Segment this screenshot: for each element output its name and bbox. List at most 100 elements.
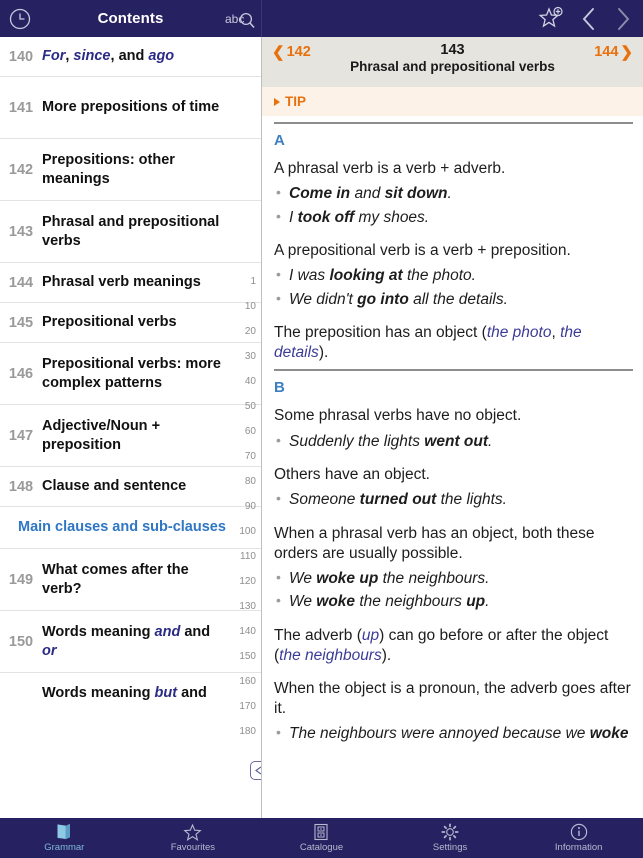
text-run: Some phrasal verbs have no object.: [274, 407, 522, 425]
article-header: ❮ 142 143 Phrasal and prepositional verb…: [262, 37, 643, 87]
resize-handle-icon[interactable]: [250, 761, 261, 780]
index-mark[interactable]: 70: [227, 444, 261, 469]
contents-row[interactable]: 142 Prepositions: other meanings: [0, 139, 261, 201]
index-mark[interactable]: 160: [227, 669, 261, 694]
contents-row-label: Clause and sentence: [42, 478, 187, 495]
text-run: The neighbours were annoyed because we: [289, 725, 590, 743]
contents-row-label: Prepositional verbs: more complex patter…: [42, 355, 221, 391]
paragraph: The adverb (up) can go before or after t…: [274, 626, 633, 666]
tab-favourites[interactable]: Favourites: [129, 818, 258, 858]
contents-row-number: 149: [8, 571, 34, 588]
tab-catalogue[interactable]: Catalogue: [257, 818, 386, 858]
chevron-right-icon[interactable]: [613, 6, 633, 32]
example-item: We didn't go into all the details.: [274, 289, 633, 310]
tab-settings[interactable]: Settings: [386, 818, 515, 858]
tip-toggle[interactable]: TIP: [262, 87, 643, 116]
triangle-right-icon: [274, 97, 280, 106]
app-root: Contents abc 140 For, since, and ago 141…: [0, 0, 643, 858]
example-list: We woke up the neighbours.We woke the ne…: [274, 568, 633, 613]
tab-label: Favourites: [170, 842, 216, 853]
star-plus-icon[interactable]: [537, 5, 565, 33]
index-mark[interactable]: 1: [227, 269, 261, 294]
contents-row[interactable]: 146 Prepositional verbs: more complex pat…: [0, 343, 261, 405]
text-run: the neighbours.: [378, 569, 490, 587]
index-mark[interactable]: 140: [227, 619, 261, 644]
prev-page-button[interactable]: ❮ 142: [272, 42, 311, 60]
index-mark[interactable]: 50: [227, 394, 261, 419]
contents-row-number: 146: [8, 365, 34, 382]
contents-row[interactable]: 144 Phrasal verb meanings: [0, 263, 261, 303]
contents-row[interactable]: 150 Words meaning and and or: [0, 611, 261, 673]
article-title: Phrasal and prepositional verbs: [350, 59, 555, 74]
contents-row-number: 150: [8, 633, 34, 650]
text-run: A prepositional verb is a verb + preposi…: [274, 242, 571, 260]
article-pane: ❮ 142 143 Phrasal and prepositional verb…: [262, 37, 643, 818]
contents-section-header[interactable]: Main clauses and sub-clauses: [0, 507, 261, 549]
tab-information[interactable]: Information: [514, 818, 643, 858]
text-run: The preposition has an object (: [274, 324, 487, 342]
text-run: Others have an object.: [274, 465, 430, 483]
tip-label: TIP: [285, 94, 307, 109]
abc-search-icon[interactable]: abc: [225, 8, 255, 30]
contents-row[interactable]: 145 Prepositional verbs: [0, 303, 261, 343]
contents-row-label: Words meaning but and: [42, 684, 207, 701]
contents-row-label: Prepositional verbs: [42, 314, 177, 331]
index-mark[interactable]: 130: [227, 594, 261, 619]
index-mark[interactable]: 150: [227, 644, 261, 669]
contents-row[interactable]: 147 Adjective/Noun + preposition: [0, 405, 261, 467]
contents-row[interactable]: 148 Clause and sentence: [0, 467, 261, 507]
section-letter: A: [274, 132, 285, 149]
paragraph: When the object is a pronoun, the adverb…: [274, 679, 633, 719]
text-run: I was: [289, 267, 330, 285]
contents-row-number: 141: [8, 99, 34, 116]
text-run[interactable]: the neighbours: [279, 647, 382, 664]
contents-row[interactable]: 140 For, since, and ago: [0, 37, 261, 77]
chevron-left-icon[interactable]: [579, 6, 599, 32]
prev-page-label: 142: [286, 44, 311, 60]
index-mark[interactable]: 30: [227, 344, 261, 369]
contents-sidebar[interactable]: 140 For, since, and ago 141 More prepositio…: [0, 37, 262, 818]
text-run: Someone: [289, 491, 360, 509]
tab-grammar[interactable]: Grammar: [0, 818, 129, 858]
text-run: took off: [297, 208, 355, 226]
chevron-left-icon: ❮: [272, 43, 285, 61]
index-mark[interactable]: 90: [227, 494, 261, 519]
contents-row[interactable]: 143 Phrasal and prepositional verbs: [0, 201, 261, 263]
top-bar: Contents abc: [0, 0, 643, 37]
text-run[interactable]: up: [362, 627, 379, 644]
example-list: The neighbours were annoyed because we w…: [274, 723, 633, 744]
top-bar-left: Contents abc: [0, 0, 262, 37]
index-mark[interactable]: 10: [227, 294, 261, 319]
index-mark[interactable]: 40: [227, 369, 261, 394]
text-run: .: [488, 432, 493, 450]
index-mark[interactable]: 120: [227, 569, 261, 594]
clock-icon[interactable]: [8, 7, 32, 31]
contents-row-number: 145: [8, 314, 34, 331]
next-page-label: 144: [594, 44, 619, 60]
contents-row[interactable]: 149 What comes after the verb?: [0, 549, 261, 611]
index-mark[interactable]: 60: [227, 419, 261, 444]
text-run: We: [289, 569, 317, 587]
contents-row[interactable]: Words meaning but and: [0, 673, 261, 713]
contents-row[interactable]: 141 More prepositions of time: [0, 77, 261, 139]
text-run: ).: [318, 344, 329, 362]
index-mark[interactable]: 100: [227, 519, 261, 544]
text-run[interactable]: the photo: [487, 324, 552, 341]
index-mark[interactable]: 170: [227, 694, 261, 719]
book-icon: [55, 823, 73, 841]
index-mark[interactable]: 110: [227, 544, 261, 569]
example-item: We woke the neighbours up.: [274, 591, 633, 612]
next-page-button[interactable]: 144 ❯: [594, 42, 633, 60]
index-mark[interactable]: 80: [227, 469, 261, 494]
article-body: A A phrasal verb is a verb + adverb. Come …: [262, 122, 643, 754]
chevron-right-icon: ❯: [620, 43, 633, 61]
contents-row-number: 147: [8, 427, 34, 444]
index-mark[interactable]: 20: [227, 319, 261, 344]
text-run: .: [485, 593, 490, 611]
index-mark[interactable]: 180: [227, 719, 261, 744]
page-title: Contents: [97, 10, 164, 27]
example-item: The neighbours were annoyed because we w…: [274, 723, 633, 744]
page-index-strip[interactable]: 1 10 20 30 40 50 60 70 80 90 100 110 120 130 140 150 160…: [227, 269, 261, 744]
text-run: the neighbours: [355, 593, 467, 611]
paragraph: A prepositional verb is a verb + preposi…: [274, 241, 633, 261]
